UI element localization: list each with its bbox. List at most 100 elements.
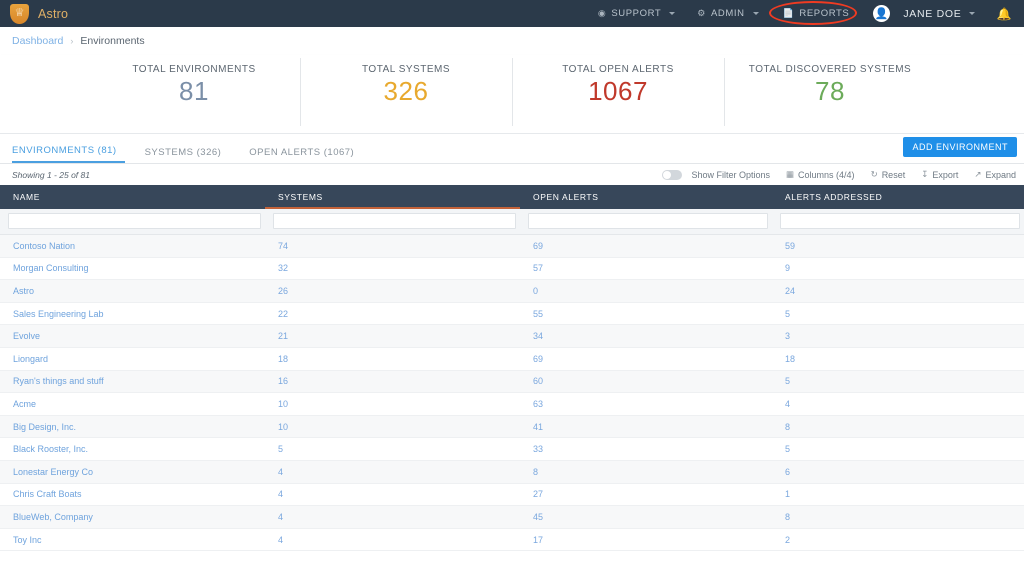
cell-open-alerts[interactable]: 60: [520, 376, 772, 386]
cell-systems[interactable]: 10: [265, 422, 520, 432]
table-row[interactable]: Evolve 21 34 3: [0, 325, 1024, 348]
lion-shield-icon: ♕: [10, 3, 29, 24]
cell-name[interactable]: Lonestar Energy Co: [0, 467, 265, 477]
cell-systems[interactable]: 21: [265, 331, 520, 341]
cell-open-alerts[interactable]: 69: [520, 354, 772, 364]
cell-open-alerts[interactable]: 0: [520, 286, 772, 296]
cell-alerts-addressed[interactable]: 1: [772, 489, 1024, 499]
nav-item-support[interactable]: ◉ SUPPORT: [587, 0, 686, 27]
export-button[interactable]: ↧ Export: [913, 169, 966, 180]
cell-name[interactable]: Chris Craft Boats: [0, 489, 265, 499]
table-row[interactable]: Contoso Nation 74 69 59: [0, 235, 1024, 258]
cell-alerts-addressed[interactable]: 18: [772, 354, 1024, 364]
cell-name[interactable]: Acme: [0, 399, 265, 409]
cell-alerts-addressed[interactable]: 8: [772, 422, 1024, 432]
cell-name[interactable]: Liongard: [0, 354, 265, 364]
table-row[interactable]: Ryan's things and stuff 16 60 5: [0, 370, 1024, 394]
cell-systems[interactable]: 10: [265, 399, 520, 409]
table-row[interactable]: Sales Engineering Lab 22 55 5: [0, 302, 1024, 326]
column-header-systems[interactable]: SYSTEMS: [265, 185, 520, 209]
summary-stats-row: TOTAL ENVIRONMENTS 81 TOTAL SYSTEMS 326 …: [0, 55, 1024, 134]
bell-icon[interactable]: 🔔: [986, 7, 1016, 21]
cell-alerts-addressed[interactable]: 5: [772, 444, 1024, 454]
stat-card-total-open-alerts: TOTAL OPEN ALERTS 1067: [512, 55, 724, 133]
cell-systems[interactable]: 22: [265, 309, 520, 319]
table-row[interactable]: BlueWeb, Company 4 45 8: [0, 506, 1024, 529]
table-row[interactable]: Acme 10 63 4: [0, 393, 1024, 416]
cell-systems[interactable]: 32: [265, 263, 520, 273]
cell-alerts-addressed[interactable]: 59: [772, 241, 1024, 251]
cell-systems[interactable]: 74: [265, 241, 520, 251]
cell-alerts-addressed[interactable]: 9: [772, 263, 1024, 273]
cell-name[interactable]: Ryan's things and stuff: [0, 376, 265, 386]
cell-systems[interactable]: 5: [265, 444, 520, 454]
table-row[interactable]: Big Design, Inc. 10 41 8: [0, 415, 1024, 439]
user-name-label: JANE DOE: [903, 7, 962, 20]
cell-open-alerts[interactable]: 27: [520, 489, 772, 499]
table-row[interactable]: Toy Inc 4 17 2: [0, 528, 1024, 552]
cell-alerts-addressed[interactable]: 24: [772, 286, 1024, 296]
cell-open-alerts[interactable]: 17: [520, 535, 772, 545]
filter-input-systems[interactable]: [273, 213, 516, 229]
cell-open-alerts[interactable]: 8: [520, 467, 772, 477]
cell-alerts-addressed[interactable]: 2: [772, 535, 1024, 545]
cell-open-alerts[interactable]: 57: [520, 263, 772, 273]
cell-systems[interactable]: 4: [265, 467, 520, 477]
cell-systems[interactable]: 4: [265, 512, 520, 522]
tab-open-alerts[interactable]: OPEN ALERTS (1067): [249, 147, 368, 163]
cell-systems[interactable]: 4: [265, 489, 520, 499]
column-header-name[interactable]: NAME: [0, 185, 265, 209]
cell-open-alerts[interactable]: 41: [520, 422, 772, 432]
cell-open-alerts[interactable]: 63: [520, 399, 772, 409]
tab-environments[interactable]: ENVIRONMENTS (81): [12, 145, 125, 163]
cell-alerts-addressed[interactable]: 8: [772, 512, 1024, 522]
table-row[interactable]: Liongard 18 69 18: [0, 347, 1024, 371]
table-row[interactable]: Morgan Consulting 32 57 9: [0, 257, 1024, 281]
cell-alerts-addressed[interactable]: 3: [772, 331, 1024, 341]
cell-alerts-addressed[interactable]: 5: [772, 309, 1024, 319]
cell-open-alerts[interactable]: 33: [520, 444, 772, 454]
tab-systems[interactable]: SYSTEMS (326): [145, 147, 236, 163]
cell-name[interactable]: Morgan Consulting: [0, 263, 265, 273]
cell-name[interactable]: Big Design, Inc.: [0, 422, 265, 432]
cell-open-alerts[interactable]: 34: [520, 331, 772, 341]
nav-item-reports-label: REPORTS: [799, 8, 850, 19]
cell-name[interactable]: Evolve: [0, 331, 265, 341]
filter-input-open-alerts[interactable]: [528, 213, 768, 229]
cell-systems[interactable]: 16: [265, 376, 520, 386]
cell-name[interactable]: Toy Inc: [0, 535, 265, 545]
table-row[interactable]: Chris Craft Boats 4 27 1: [0, 483, 1024, 507]
show-filter-options-toggle[interactable]: Show Filter Options: [654, 169, 778, 180]
cell-name[interactable]: BlueWeb, Company: [0, 512, 265, 522]
cell-open-alerts[interactable]: 55: [520, 309, 772, 319]
filter-input-name[interactable]: [8, 213, 261, 229]
cell-name[interactable]: Astro: [0, 286, 265, 296]
reset-button[interactable]: ↻ Reset: [863, 169, 914, 180]
nav-item-admin[interactable]: ⚙ ADMIN: [686, 0, 769, 27]
cell-name[interactable]: Sales Engineering Lab: [0, 309, 265, 319]
user-menu[interactable]: 👤 JANE DOE: [862, 0, 986, 27]
cell-systems[interactable]: 26: [265, 286, 520, 296]
table-row[interactable]: Astro 26 0 24: [0, 280, 1024, 303]
cell-name[interactable]: Black Rooster, Inc.: [0, 444, 265, 454]
chevron-down-icon: [669, 12, 676, 15]
columns-button[interactable]: ▦ Columns (4/4): [778, 169, 863, 180]
table-row[interactable]: Black Rooster, Inc. 5 33 5: [0, 438, 1024, 461]
cell-open-alerts[interactable]: 45: [520, 512, 772, 522]
brand-logo[interactable]: ♕ Astro: [10, 3, 68, 24]
cell-systems[interactable]: 18: [265, 354, 520, 364]
filter-input-alerts-addressed[interactable]: [780, 213, 1020, 229]
expand-button[interactable]: ↗ Expand: [966, 169, 1024, 180]
table-row[interactable]: Lonestar Energy Co 4 8 6: [0, 460, 1024, 484]
breadcrumb-dashboard-link[interactable]: Dashboard: [12, 35, 63, 47]
cell-systems[interactable]: 4: [265, 535, 520, 545]
nav-item-reports[interactable]: 📄 REPORTS: [768, 0, 863, 27]
cell-open-alerts[interactable]: 69: [520, 241, 772, 251]
cell-name[interactable]: Contoso Nation: [0, 241, 265, 251]
column-header-open-alerts[interactable]: OPEN ALERTS: [520, 185, 772, 209]
cell-alerts-addressed[interactable]: 4: [772, 399, 1024, 409]
cell-alerts-addressed[interactable]: 5: [772, 376, 1024, 386]
add-environment-button[interactable]: ADD ENVIRONMENT: [903, 137, 1017, 157]
cell-alerts-addressed[interactable]: 6: [772, 467, 1024, 477]
column-header-alerts-addressed[interactable]: ALERTS ADDRESSED: [772, 185, 1024, 209]
